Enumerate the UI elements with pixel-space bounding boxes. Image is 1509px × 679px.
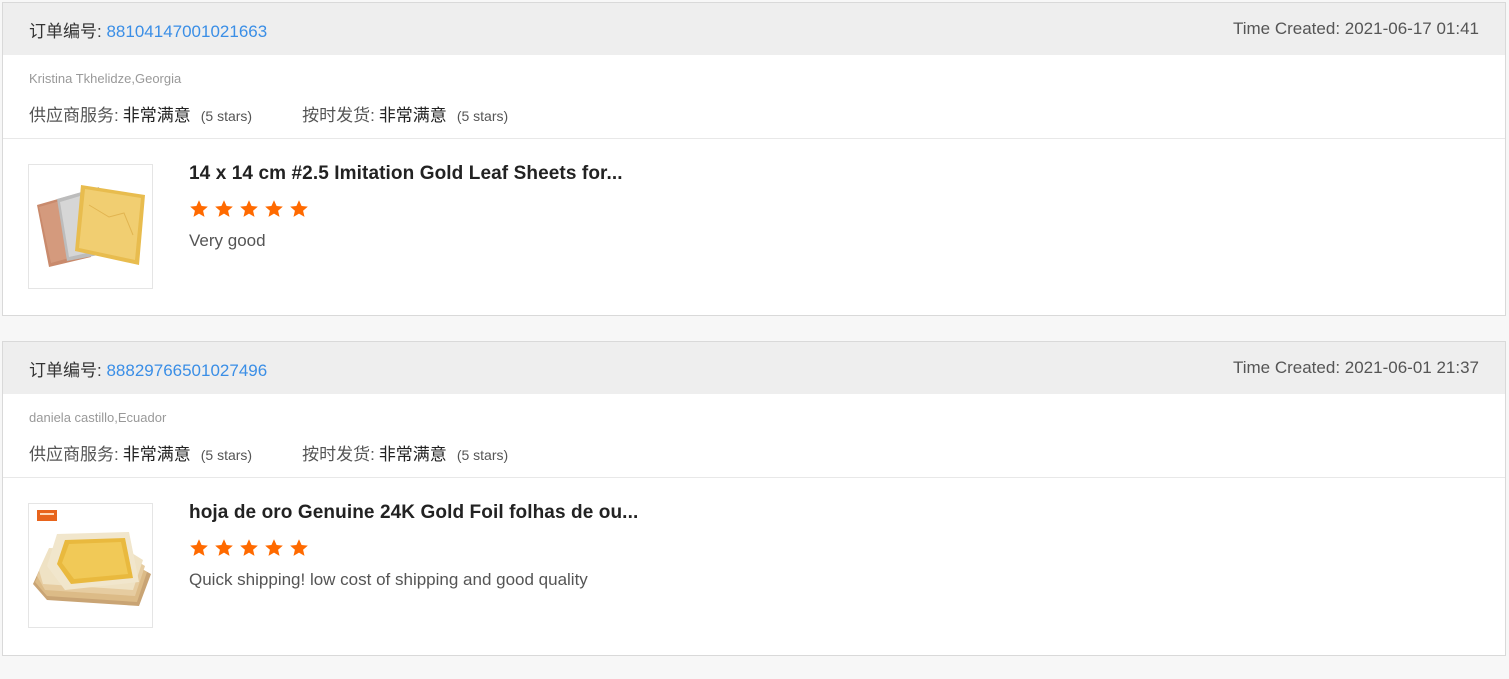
rating-value: 非常满意 bbox=[122, 445, 191, 464]
buyer-section: Kristina Tkhelidze,Georgia 供应商服务: 非常满意 (… bbox=[3, 55, 1505, 139]
order-card: 订单编号: 88829766501027496 Time Created: 20… bbox=[2, 341, 1506, 656]
rating-stars-text: (5 stars) bbox=[200, 447, 253, 463]
supplier-service-rating: 供应商服务: 非常满意 (5 stars) bbox=[29, 440, 252, 465]
rating-value: 非常满意 bbox=[378, 106, 447, 125]
star-icon bbox=[240, 539, 258, 556]
order-number-block: 订单编号: 88829766501027496 bbox=[29, 356, 267, 381]
gold-foil-stack-image bbox=[29, 504, 152, 627]
review-text: Very good bbox=[189, 231, 266, 250]
product-review: 14 x 14 cm #2.5 Imitation Gold Leaf Shee… bbox=[3, 139, 1505, 315]
time-created: Time Created: 2021-06-01 21:37 bbox=[1232, 358, 1479, 377]
star-icon bbox=[215, 200, 233, 217]
product-review: hoja de oro Genuine 24K Gold Foil folhas… bbox=[3, 478, 1505, 654]
on-time-delivery-rating: 按时发货: 非常满意 (5 stars) bbox=[302, 440, 508, 465]
rating-stars-text: (5 stars) bbox=[456, 108, 509, 124]
seller-ratings: 供应商服务: 非常满意 (5 stars) 按时发货: 非常满意 (5 star… bbox=[29, 101, 1479, 126]
on-time-delivery-rating: 按时发货: 非常满意 (5 stars) bbox=[302, 101, 508, 126]
star-icon bbox=[215, 539, 233, 556]
order-card: 订单编号: 88104147001021663 Time Created: 20… bbox=[2, 2, 1506, 316]
star-rating bbox=[189, 199, 623, 219]
star-icon bbox=[290, 539, 308, 556]
order-number-block: 订单编号: 88104147001021663 bbox=[29, 17, 267, 42]
product-title-link[interactable]: 14 x 14 cm #2.5 Imitation Gold Leaf Shee… bbox=[189, 163, 623, 185]
rating-label: 供应商服务: bbox=[29, 445, 119, 464]
seller-ratings: 供应商服务: 非常满意 (5 stars) 按时发货: 非常满意 (5 star… bbox=[29, 440, 1479, 465]
buyer-name: Kristina Tkhelidze,Georgia bbox=[29, 71, 182, 86]
star-icon bbox=[265, 539, 283, 556]
rating-label: 按时发货: bbox=[302, 106, 375, 125]
buyer-section: daniela castillo,Ecuador 供应商服务: 非常满意 (5 … bbox=[3, 394, 1505, 478]
rating-stars-text: (5 stars) bbox=[456, 447, 509, 463]
supplier-service-rating: 供应商服务: 非常满意 (5 stars) bbox=[29, 101, 252, 126]
review-body: hoja de oro Genuine 24K Gold Foil folhas… bbox=[189, 502, 638, 590]
product-thumbnail[interactable] bbox=[28, 503, 153, 628]
star-icon bbox=[240, 200, 258, 217]
star-icon bbox=[190, 539, 208, 556]
rating-value: 非常满意 bbox=[378, 445, 447, 464]
order-number-label: 订单编号: bbox=[29, 21, 102, 41]
rating-stars-text: (5 stars) bbox=[200, 108, 253, 124]
time-created: Time Created: 2021-06-17 01:41 bbox=[1232, 19, 1479, 38]
star-rating bbox=[189, 538, 638, 558]
star-icon bbox=[290, 200, 308, 217]
rating-label: 供应商服务: bbox=[29, 106, 119, 125]
gold-leaf-sheets-image bbox=[29, 165, 152, 288]
order-number-label: 订单编号: bbox=[29, 360, 102, 380]
buyer-name: daniela castillo,Ecuador bbox=[29, 410, 167, 425]
review-body: 14 x 14 cm #2.5 Imitation Gold Leaf Shee… bbox=[189, 163, 623, 251]
order-header: 订单编号: 88829766501027496 Time Created: 20… bbox=[3, 342, 1505, 394]
order-header: 订单编号: 88104147001021663 Time Created: 20… bbox=[3, 3, 1505, 55]
product-thumbnail[interactable] bbox=[28, 164, 153, 289]
order-number-link[interactable]: 88829766501027496 bbox=[106, 361, 267, 380]
rating-label: 按时发货: bbox=[302, 445, 375, 464]
rating-value: 非常满意 bbox=[122, 106, 191, 125]
star-icon bbox=[190, 200, 208, 217]
star-icon bbox=[265, 200, 283, 217]
review-text: Quick shipping! low cost of shipping and… bbox=[189, 570, 588, 589]
order-number-link[interactable]: 88104147001021663 bbox=[106, 22, 267, 41]
product-title-link[interactable]: hoja de oro Genuine 24K Gold Foil folhas… bbox=[189, 502, 638, 524]
